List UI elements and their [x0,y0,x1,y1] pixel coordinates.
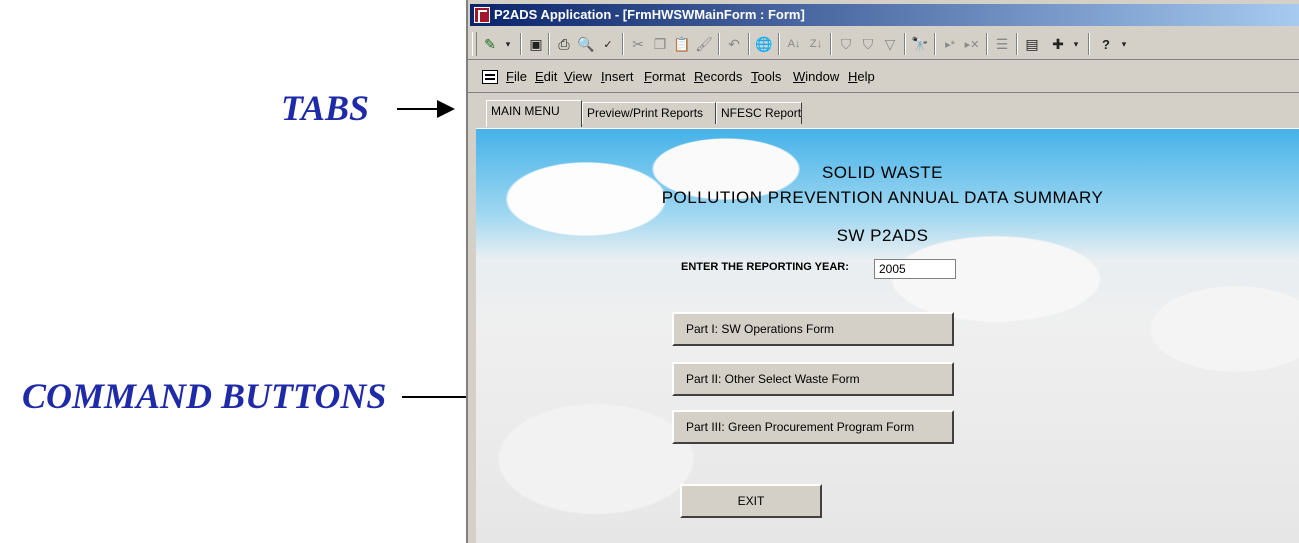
filter-by-form-icon[interactable]: ⛉ [858,34,878,54]
menu-edit[interactable]: Edit [535,69,557,84]
cut-icon[interactable]: ✂ [628,34,648,54]
new-object-icon[interactable]: ✚ [1048,34,1068,54]
toolbar-separator [1088,33,1090,55]
find-icon[interactable]: 🔭 [910,34,930,54]
title-bar: P2ADS Application - [FrmHWSWMainForm : F… [470,4,1299,26]
heading-solid-waste: SOLID WASTE [821,163,944,182]
new-record-icon[interactable]: ▸* [940,34,960,54]
toolbar-separator [622,33,624,55]
menu-window[interactable]: Window [793,69,839,84]
window-title: P2ADS Application - [FrmHWSWMainForm : F… [494,7,805,22]
toolbar-separator [548,33,550,55]
part1-sw-operations-button[interactable]: Part I: SW Operations Form [672,312,954,346]
menu-format[interactable]: Format [644,69,685,84]
help-icon[interactable]: ? [1096,34,1116,54]
part2-other-select-waste-button[interactable]: Part II: Other Select Waste Form [672,362,954,396]
tab-preview-print-reports[interactable]: Preview/Print Reports [582,102,716,124]
dropdown-arrow-icon[interactable]: ▾ [1066,34,1086,54]
tabs-arrow [397,100,455,118]
command-buttons-annotation: COMMAND BUTTONS [22,376,387,416]
menu-tools[interactable]: Tools [751,69,781,84]
toolbar-separator [830,33,832,55]
save-icon[interactable]: ▣ [526,34,546,54]
reporting-year-label: ENTER THE REPORTING YEAR: [681,261,849,273]
copy-icon[interactable]: ❐ [650,34,670,54]
toolbar-separator [934,33,936,55]
print-icon[interactable]: ⎙ [554,34,574,54]
heading-p2ads-title: POLLUTION PREVENTION ANNUAL DATA SUMMARY [661,188,1104,207]
menu-bar: File Edit View Insert Format Records Too… [468,62,1299,93]
toolbar-separator [718,33,720,55]
toolbar-separator [1016,33,1018,55]
menu-view[interactable]: View [564,69,592,84]
part3-green-procurement-button[interactable]: Part III: Green Procurement Program Form [672,410,954,444]
print-preview-icon[interactable]: 🔍 [576,34,596,54]
toolbar-separator [748,33,750,55]
apply-filter-icon[interactable]: ▽ [880,34,900,54]
toolbar: ✎ ▾ ▣ ⎙ 🔍 ✓ ✂ ❐ 📋 🖌 ↶ 🌐 A↓ Z↓ ⛉ ⛉ ▽ 🔭 ▸*… [468,27,1299,60]
delete-record-icon[interactable]: ▸✕ [962,34,982,54]
tab-main-menu[interactable]: MAIN MENU [486,100,582,127]
exit-button[interactable]: EXIT [680,484,822,518]
properties-icon[interactable]: ☰ [992,34,1012,54]
undo-icon[interactable]: ↶ [724,34,744,54]
paste-icon[interactable]: 📋 [672,34,692,54]
tabs-annotation: TABS [281,88,370,128]
menu-insert[interactable]: Insert [601,69,634,84]
access-app-icon [474,7,490,23]
menu-records[interactable]: Records [694,69,742,84]
toolbar-separator [904,33,906,55]
menu-help[interactable]: Help [848,69,875,84]
sort-descending-icon[interactable]: Z↓ [806,34,826,54]
filter-by-selection-icon[interactable]: ⛉ [836,34,856,54]
reporting-year-input[interactable] [874,259,956,279]
toolbar-separator [520,33,522,55]
hyperlink-icon[interactable]: 🌐 [754,34,774,54]
toolbar-separator [778,33,780,55]
heading-sw-p2ads: SW P2ADS [836,226,929,245]
toolbar-separator [986,33,988,55]
design-view-icon[interactable]: ✎ [480,34,500,54]
dropdown-arrow-icon[interactable]: ▾ [498,34,518,54]
format-painter-icon[interactable]: 🖌 [694,34,714,54]
tab-nfesc-report[interactable]: NFESC Report [716,102,802,124]
form-control-menu-icon[interactable] [482,70,498,84]
sort-ascending-icon[interactable]: A↓ [784,34,804,54]
toolbar-grip[interactable] [472,32,477,56]
menu-file[interactable]: File [506,69,527,84]
spelling-icon[interactable]: ✓ [598,34,618,54]
toolbar-options-icon[interactable]: ▾ [1114,34,1134,54]
database-window-icon[interactable]: ▤ [1022,34,1042,54]
